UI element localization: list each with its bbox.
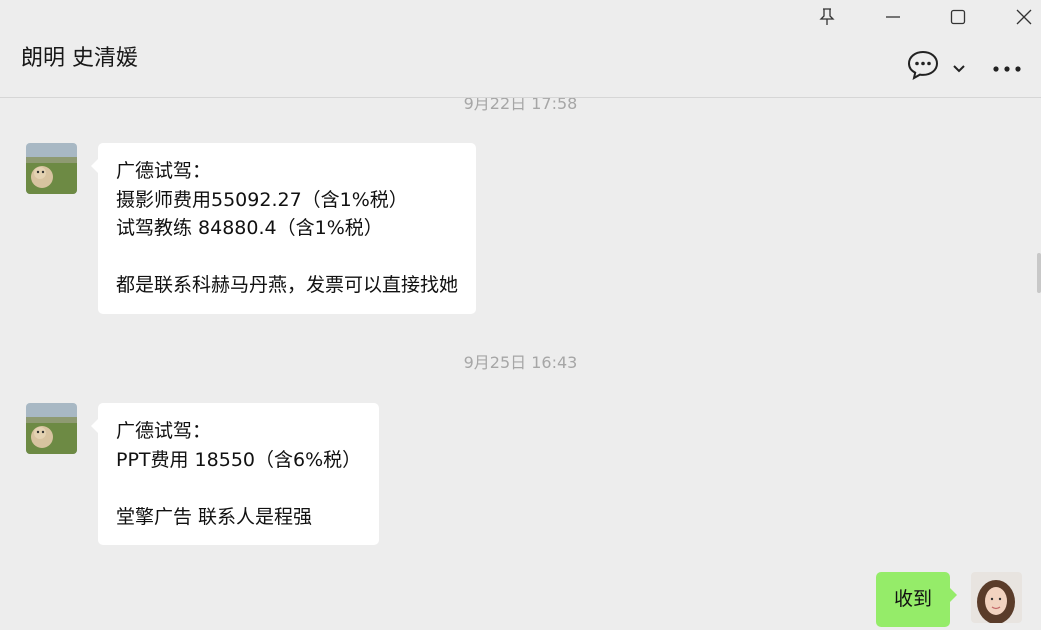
maximize-button[interactable] xyxy=(943,4,973,34)
close-button[interactable] xyxy=(1009,4,1039,34)
pin-button[interactable] xyxy=(812,4,842,34)
self-avatar[interactable] xyxy=(971,572,1022,623)
contact-avatar[interactable] xyxy=(26,143,77,194)
message-list[interactable]: 9月22日 17:58 广德试驾： 摄影师费用55092.27（含1%税） 试驾… xyxy=(0,98,1041,630)
minimize-button[interactable] xyxy=(878,4,908,34)
message-bubble-received[interactable]: 广德试驾： PPT费用 18550（含6%税） 堂擎广告 联系人是程强 xyxy=(90,403,380,545)
more-icon xyxy=(992,58,1022,77)
timestamp: 9月25日 16:43 xyxy=(463,353,578,372)
minimize-icon xyxy=(885,9,901,29)
maximize-icon xyxy=(950,9,966,29)
close-icon xyxy=(1015,8,1033,30)
chevron-down-icon xyxy=(952,59,966,78)
contact-avatar[interactable] xyxy=(26,403,77,454)
scrollbar-thumb[interactable] xyxy=(1037,253,1041,293)
timestamp: 9月22日 17:58 xyxy=(463,98,578,113)
chat-bubble-icon xyxy=(907,50,939,84)
chat-title: 朗明 史清媛 xyxy=(21,46,138,71)
message-bubble-received[interactable]: 广德试驾： 摄影师费用55092.27（含1%税） 试驾教练 84880.4（含… xyxy=(90,143,477,314)
pin-icon xyxy=(819,8,835,30)
chat-info-dropdown[interactable] xyxy=(949,58,969,78)
message-bubble-sent[interactable]: 收到 xyxy=(875,572,958,627)
chat-info-button[interactable] xyxy=(905,50,941,84)
title-bar: 朗明 史清媛 xyxy=(0,0,1041,98)
more-button[interactable] xyxy=(989,56,1025,78)
